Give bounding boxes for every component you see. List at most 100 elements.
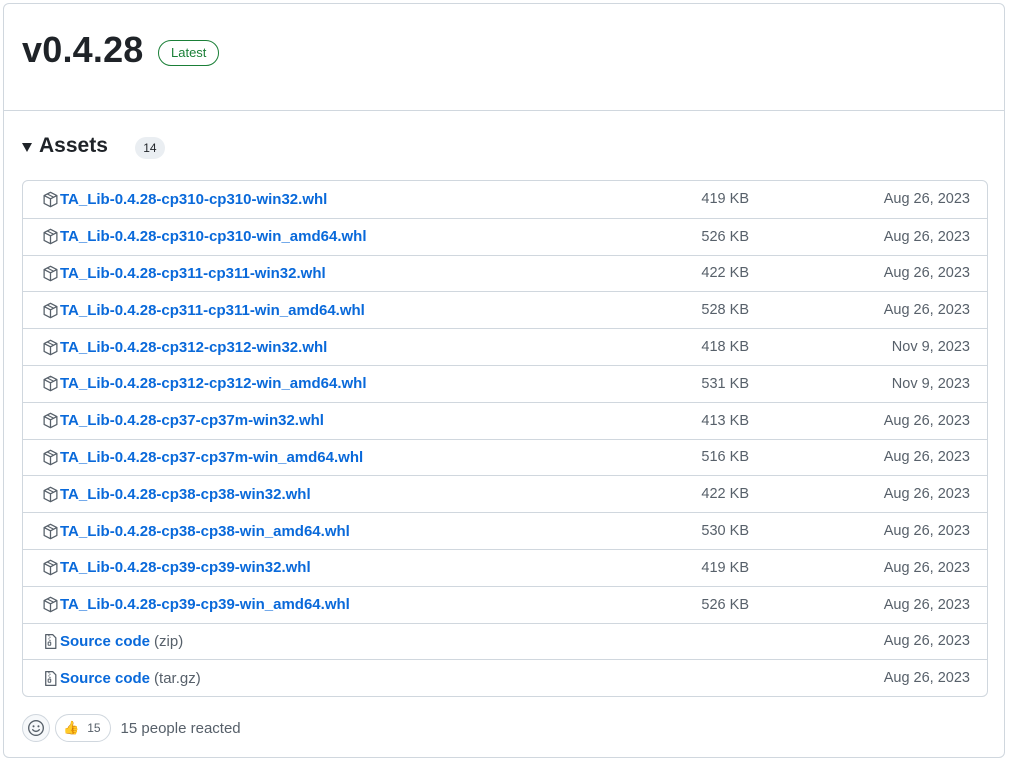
assets-title: Assets <box>39 134 108 157</box>
asset-row: TA_Lib-0.4.28-cp38-cp38-win_amd64.whl 53… <box>23 512 987 549</box>
asset-name: TA_Lib-0.4.28-cp310-cp310-win32.whl <box>60 190 328 208</box>
asset-name: TA_Lib-0.4.28-cp37-cp37m-win32.whl <box>60 412 324 430</box>
asset-row: TA_Lib-0.4.28-cp38-cp38-win32.whl 422 KB… <box>23 475 987 512</box>
asset-size: 526 KB <box>701 596 749 613</box>
package-icon <box>43 559 58 576</box>
asset-download-link[interactable]: Source code (zip) <box>42 624 183 660</box>
package-icon <box>42 265 59 282</box>
package-icon <box>43 486 58 503</box>
package-icon <box>43 449 58 466</box>
asset-date: Aug 26, 2023 <box>883 633 970 650</box>
reaction-count: 15 <box>87 721 101 735</box>
package-icon <box>42 302 59 319</box>
asset-download-link[interactable]: TA_Lib-0.4.28-cp38-cp38-win32.whl <box>42 476 315 512</box>
asset-date: Aug 26, 2023 <box>883 596 970 613</box>
asset-row: Source code (zip) Aug 26, 2023 <box>23 622 987 660</box>
package-icon <box>42 375 59 392</box>
asset-download-link[interactable]: TA_Lib-0.4.28-cp39-cp39-win32.whl <box>42 550 315 586</box>
caret-down-icon <box>22 142 32 152</box>
asset-name-suffix: (tar.gz) <box>154 669 201 687</box>
asset-size: 526 KB <box>701 228 749 245</box>
asset-size: 516 KB <box>701 449 749 466</box>
asset-name: TA_Lib-0.4.28-cp39-cp39-win32.whl <box>60 559 311 577</box>
asset-size: 531 KB <box>701 375 749 392</box>
asset-date: Nov 9, 2023 <box>891 375 970 392</box>
asset-size: 422 KB <box>701 486 749 503</box>
assets-toggle[interactable]: Assets 14 <box>22 133 165 159</box>
asset-size: 419 KB <box>701 559 749 576</box>
package-icon <box>43 191 58 208</box>
package-icon <box>42 228 59 245</box>
asset-date: Nov 9, 2023 <box>891 339 970 356</box>
assets-count-badge: 14 <box>134 137 165 159</box>
asset-row: TA_Lib-0.4.28-cp39-cp39-win_amd64.whl 52… <box>23 585 987 623</box>
file-zip-icon <box>42 633 59 650</box>
reactions-bar: 👍 15 15 people reacted <box>22 714 241 742</box>
release-card: v0.4.28 Latest Assets 14 TA_Lib-0.4.28-c… <box>3 3 1005 758</box>
asset-date: Aug 26, 2023 <box>883 523 970 540</box>
asset-download-link[interactable]: TA_Lib-0.4.28-cp38-cp38-win_amd64.whl <box>42 513 354 549</box>
smiley-icon <box>28 720 44 736</box>
asset-size: 422 KB <box>701 265 749 282</box>
package-icon <box>42 486 59 503</box>
asset-row: TA_Lib-0.4.28-cp312-cp312-win32.whl 418 … <box>23 328 987 365</box>
package-icon <box>43 339 58 355</box>
asset-row: TA_Lib-0.4.28-cp39-cp39-win32.whl 419 KB… <box>23 548 987 586</box>
asset-row: TA_Lib-0.4.28-cp37-cp37m-win_amd64.whl 5… <box>23 438 987 476</box>
file-zip-icon <box>42 670 59 687</box>
asset-download-link[interactable]: TA_Lib-0.4.28-cp311-cp311-win_amd64.whl <box>42 292 369 328</box>
asset-date: Aug 26, 2023 <box>883 486 970 503</box>
asset-date: Aug 26, 2023 <box>883 228 970 245</box>
asset-size: 413 KB <box>701 412 749 429</box>
asset-name: TA_Lib-0.4.28-cp37-cp37m-win_amd64.whl <box>60 448 364 466</box>
asset-name: TA_Lib-0.4.28-cp311-cp311-win_amd64.whl <box>60 301 365 319</box>
release-header: v0.4.28 Latest <box>4 4 1004 111</box>
asset-date: Aug 26, 2023 <box>883 302 970 319</box>
file-zip-icon <box>45 633 57 649</box>
asset-row: TA_Lib-0.4.28-cp37-cp37m-win32.whl 413 K… <box>23 401 987 439</box>
asset-name: Source code <box>60 669 151 687</box>
asset-download-link[interactable]: TA_Lib-0.4.28-cp39-cp39-win_amd64.whl <box>42 587 354 623</box>
package-icon <box>43 523 58 539</box>
asset-download-link[interactable]: TA_Lib-0.4.28-cp312-cp312-win_amd64.whl <box>42 366 371 402</box>
asset-download-link[interactable]: TA_Lib-0.4.28-cp310-cp310-win_amd64.whl <box>42 219 371 255</box>
asset-row: TA_Lib-0.4.28-cp310-cp310-win32.whl 419 … <box>23 181 987 218</box>
package-icon <box>43 228 58 245</box>
latest-badge: Latest <box>158 40 220 66</box>
asset-name: TA_Lib-0.4.28-cp311-cp311-win32.whl <box>60 264 326 282</box>
asset-row: TA_Lib-0.4.28-cp311-cp311-win_amd64.whl … <box>23 291 987 328</box>
release-title[interactable]: v0.4.28 <box>22 28 144 72</box>
thumbs-up-reaction-button[interactable]: 👍 15 <box>55 714 111 742</box>
asset-date: Aug 26, 2023 <box>883 559 970 576</box>
package-icon <box>43 412 58 429</box>
asset-date: Aug 26, 2023 <box>883 191 970 208</box>
asset-download-link[interactable]: TA_Lib-0.4.28-cp312-cp312-win32.whl <box>42 329 331 365</box>
asset-row: TA_Lib-0.4.28-cp311-cp311-win32.whl 422 … <box>23 254 987 292</box>
package-icon <box>43 596 58 613</box>
asset-download-link[interactable]: Source code (tar.gz) <box>42 660 201 696</box>
asset-name-suffix: (zip) <box>154 632 184 650</box>
asset-row: TA_Lib-0.4.28-cp310-cp310-win_amd64.whl … <box>23 217 987 255</box>
asset-size: 418 KB <box>701 339 749 356</box>
asset-date: Aug 26, 2023 <box>883 265 970 282</box>
package-icon <box>42 559 59 576</box>
asset-name: Source code <box>60 632 151 650</box>
file-zip-icon <box>45 670 57 686</box>
package-icon <box>43 302 58 319</box>
package-icon <box>42 523 59 540</box>
asset-name: TA_Lib-0.4.28-cp38-cp38-win_amd64.whl <box>60 522 350 540</box>
asset-download-link[interactable]: TA_Lib-0.4.28-cp310-cp310-win32.whl <box>42 181 331 218</box>
package-icon <box>42 449 59 466</box>
add-reaction-button[interactable] <box>22 714 50 742</box>
asset-download-link[interactable]: TA_Lib-0.4.28-cp37-cp37m-win32.whl <box>42 403 328 439</box>
asset-name: TA_Lib-0.4.28-cp310-cp310-win_amd64.whl <box>60 228 367 246</box>
package-icon <box>42 339 59 356</box>
package-icon <box>42 412 59 429</box>
asset-download-link[interactable]: TA_Lib-0.4.28-cp311-cp311-win32.whl <box>42 256 330 292</box>
asset-download-link[interactable]: TA_Lib-0.4.28-cp37-cp37m-win_amd64.whl <box>42 440 367 476</box>
asset-name: TA_Lib-0.4.28-cp312-cp312-win_amd64.whl <box>60 375 367 393</box>
asset-size: 528 KB <box>701 302 749 319</box>
asset-list: TA_Lib-0.4.28-cp310-cp310-win32.whl 419 … <box>22 180 988 698</box>
package-icon <box>43 265 58 282</box>
asset-date: Aug 26, 2023 <box>883 412 970 429</box>
